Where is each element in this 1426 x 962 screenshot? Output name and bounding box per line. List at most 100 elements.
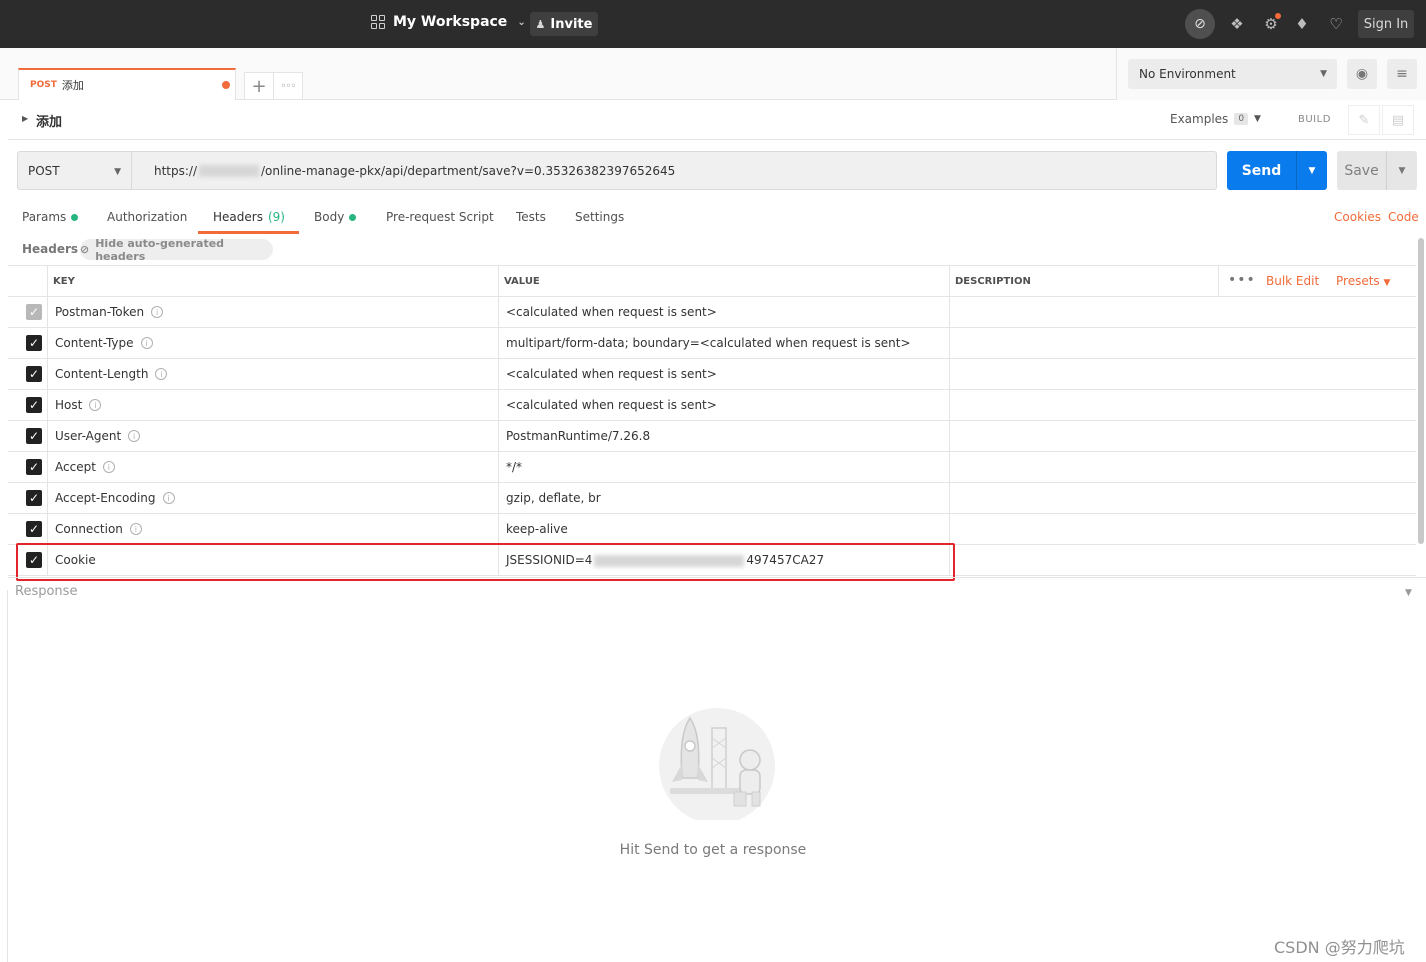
header-key-text: Accept-Encoding (55, 491, 156, 505)
bulk-edit-link[interactable]: Bulk Edit (1266, 274, 1319, 288)
response-divider (8, 577, 1426, 578)
header-key-text: Host (55, 398, 83, 412)
tab-params[interactable]: Params (22, 210, 79, 224)
row-checkbox[interactable]: ✓ (26, 304, 42, 320)
code-link[interactable]: Code (1388, 210, 1419, 224)
build-label[interactable]: BUILD (1298, 114, 1331, 125)
info-icon: i (102, 461, 115, 473)
header-key[interactable]: Content-Length i (55, 367, 168, 381)
header-value[interactable]: <calculated when request is sent> (506, 398, 717, 412)
pencil-icon[interactable]: ✎ (1348, 105, 1380, 135)
row-checkbox[interactable]: ✓ (26, 521, 42, 537)
workspace-switcher[interactable]: My Workspace ⌄ (371, 14, 526, 30)
table-row: ✓ Content-Length i <calculated when reque… (8, 359, 1416, 390)
method-select[interactable]: POST ▼ (17, 151, 132, 190)
tab-authorization[interactable]: Authorization (107, 210, 187, 224)
response-title: Response (15, 584, 78, 599)
table-row: ✓ User-Agent i PostmanRuntime/7.26.8 (8, 421, 1416, 452)
header-value[interactable]: <calculated when request is sent> (506, 367, 717, 381)
header-key[interactable]: Content-Type i (55, 336, 153, 350)
comment-icon[interactable]: ▤ (1382, 105, 1414, 135)
header-key[interactable]: Postman-Token i (55, 305, 164, 319)
header-value[interactable]: multipart/form-data; boundary=<calculate… (506, 336, 911, 350)
header-key-text: Content-Length (55, 367, 149, 381)
invite-button[interactable]: ♟ Invite (530, 12, 598, 36)
caret-down-icon: ▼ (114, 167, 121, 177)
eye-off-icon: ⊘ (80, 243, 90, 256)
tab-settings[interactable]: Settings (575, 210, 624, 224)
bell-icon[interactable]: ♦ (1290, 12, 1314, 36)
header-key[interactable]: Connection i (55, 522, 142, 536)
send-button[interactable]: Send ▼ (1227, 151, 1327, 190)
request-tab[interactable]: POST 添加 (18, 68, 236, 100)
info-icon: i (128, 430, 141, 442)
header-value[interactable]: */* (506, 460, 522, 474)
collapse-caret-icon[interactable]: ▼ (1405, 588, 1412, 598)
tab-params-label: Params (22, 210, 67, 224)
tab-headers-count: (9) (267, 210, 285, 224)
tab-headers[interactable]: Headers (9) (213, 210, 285, 224)
url-prefix: https:// (154, 163, 198, 178)
row-checkbox[interactable]: ✓ (26, 335, 42, 351)
col-key-header: KEY (53, 276, 75, 287)
presets-dropdown[interactable]: Presets ▼ (1336, 274, 1390, 288)
tab-body-label: Body (314, 210, 345, 224)
header-key[interactable]: Accept-Encoding i (55, 491, 175, 505)
environment-select[interactable]: No Environment ▼ (1128, 59, 1337, 89)
header-value[interactable]: <calculated when request is sent> (506, 305, 717, 319)
header-key-text: Postman-Token (55, 305, 145, 319)
expand-triangle-icon[interactable]: ▶ (22, 114, 28, 123)
row-checkbox[interactable]: ✓ (26, 459, 42, 475)
header-key[interactable]: Accept i (55, 460, 115, 474)
more-options-icon[interactable]: ••• (1228, 272, 1256, 288)
examples-dropdown[interactable]: Examples 0 ▼ (1170, 112, 1261, 126)
request-name[interactable]: 添加 (36, 111, 62, 130)
header-key[interactable]: User-Agent i (55, 429, 141, 443)
tab-prerequest-script[interactable]: Pre-request Script (386, 210, 494, 224)
table-row: ✓ Accept i */* (8, 452, 1416, 483)
tab-body[interactable]: Body (314, 210, 357, 224)
sign-in-button[interactable]: Sign In (1358, 10, 1414, 38)
scrollbar[interactable] (1418, 238, 1424, 544)
tab-options-button[interactable]: ◦◦◦ (273, 72, 303, 100)
workspace-name: My Workspace (393, 14, 508, 30)
cookies-link[interactable]: Cookies (1334, 210, 1381, 224)
sliders-icon[interactable]: ≡ (1387, 59, 1417, 89)
active-tab-underline (198, 231, 299, 234)
redacted-host (199, 164, 260, 177)
row-checkbox[interactable]: ✓ (26, 490, 42, 506)
workspace-grid-icon (371, 15, 385, 29)
url-input[interactable]: https:// /online-manage-pkx/api/departmen… (132, 151, 1217, 190)
environment-panel: No Environment ▼ ◉ ≡ (1116, 48, 1426, 100)
header-key[interactable]: Host i (55, 398, 102, 412)
header-value[interactable]: PostmanRuntime/7.26.8 (506, 429, 650, 443)
panel-border (7, 590, 8, 962)
params-indicator (71, 213, 79, 221)
method-value: POST (28, 163, 60, 178)
sync-off-icon[interactable]: ⊘ (1185, 9, 1215, 39)
header-value[interactable]: keep-alive (506, 522, 568, 536)
hide-auto-headers-button[interactable]: ⊘ Hide auto-generated headers (80, 237, 273, 263)
satellite-icon[interactable]: ❖ (1225, 12, 1249, 36)
save-button[interactable]: Save ▼ (1337, 151, 1417, 190)
header-key-text: Content-Type (55, 336, 134, 350)
tab-tests-label: Tests (516, 210, 546, 224)
tab-authorization-label: Authorization (107, 210, 188, 224)
presets-label: Presets (1336, 274, 1380, 288)
send-options-caret[interactable]: ▼ (1296, 151, 1327, 190)
row-checkbox[interactable]: ✓ (26, 428, 42, 444)
heart-icon[interactable]: ♡ (1324, 12, 1348, 36)
table-row: ✓ Content-Type i multipart/form-data; bou… (8, 328, 1416, 359)
row-checkbox[interactable]: ✓ (26, 366, 42, 382)
header-value[interactable]: gzip, deflate, br (506, 491, 601, 505)
save-options-caret[interactable]: ▼ (1386, 151, 1417, 190)
table-row: ✓ Postman-Token i <calculated when reques… (8, 297, 1416, 328)
row-checkbox[interactable]: ✓ (26, 397, 42, 413)
header-key-text: Connection (55, 522, 123, 536)
notification-dot (1275, 13, 1281, 19)
eye-icon[interactable]: ◉ (1347, 59, 1377, 89)
tab-tests[interactable]: Tests (516, 210, 546, 224)
new-tab-button[interactable]: + (244, 72, 274, 100)
headers-section-label: Headers (22, 242, 79, 256)
caret-down-icon: ▼ (1254, 114, 1261, 124)
